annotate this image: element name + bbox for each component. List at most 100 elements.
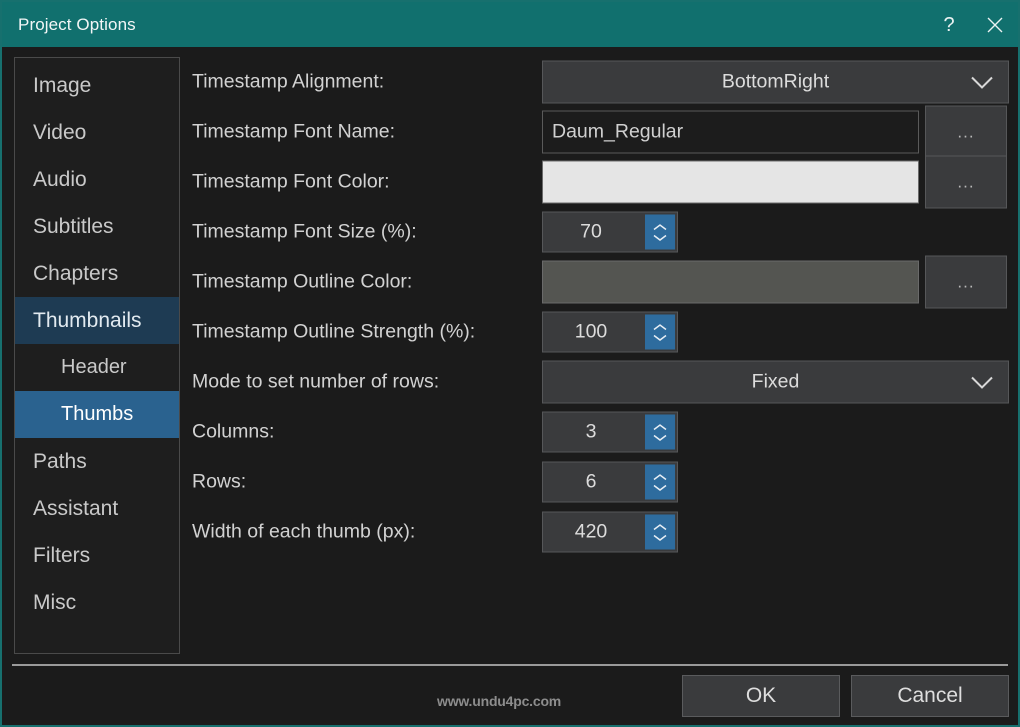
timestamp-font-name-value: Daum_Regular <box>552 120 684 143</box>
project-options-dialog: Project Options ? Image Video Audio Subt… <box>0 0 1020 727</box>
timestamp-font-name-control: Daum_Regular ... <box>542 105 1007 159</box>
timestamp-font-size-stepper[interactable]: 70 <box>542 211 678 253</box>
timestamp-font-size-label: Timestamp Font Size (%): <box>192 220 417 243</box>
row-timestamp-font-size: Timestamp Font Size (%): 70 <box>192 207 1012 257</box>
sidebar-item-misc[interactable]: Misc <box>15 579 179 626</box>
timestamp-outline-color-browse-button[interactable]: ... <box>925 255 1007 309</box>
columns-control: 3 <box>542 411 678 453</box>
row-rows: Rows: 6 <box>192 457 1012 507</box>
row-columns: Columns: 3 <box>192 407 1012 457</box>
timestamp-outline-strength-label: Timestamp Outline Strength (%): <box>192 320 476 343</box>
stepper-arrows[interactable] <box>645 214 675 250</box>
chevron-up-icon[interactable] <box>652 473 668 481</box>
timestamp-font-name-label: Timestamp Font Name: <box>192 120 395 143</box>
chevron-down-icon[interactable] <box>652 533 668 541</box>
stepper-arrows[interactable] <box>645 464 675 500</box>
timestamp-outline-strength-value: 100 <box>574 320 608 343</box>
timestamp-font-color-swatch[interactable] <box>542 160 919 204</box>
chevron-down-icon[interactable] <box>652 333 668 341</box>
row-thumb-width: Width of each thumb (px): 420 <box>192 507 1012 557</box>
timestamp-outline-strength-control: 100 <box>542 311 678 353</box>
timestamp-alignment-label: Timestamp Alignment: <box>192 70 385 93</box>
stepper-arrows[interactable] <box>645 514 675 550</box>
chevron-down-icon[interactable] <box>652 233 668 241</box>
footer-separator <box>12 664 1008 666</box>
sidebar-item-label: Image <box>33 73 92 97</box>
timestamp-outline-color-swatch[interactable] <box>542 260 919 304</box>
sidebar-item-thumbnails[interactable]: Thumbnails <box>15 297 179 344</box>
sidebar-item-video[interactable]: Video <box>15 109 179 156</box>
sidebar-item-thumbs[interactable]: Thumbs <box>15 391 179 438</box>
sidebar-item-audio[interactable]: Audio <box>15 156 179 203</box>
row-timestamp-font-color: Timestamp Font Color: ... <box>192 155 1012 209</box>
sidebar-item-label: Filters <box>33 543 91 567</box>
timestamp-font-size-control: 70 <box>542 211 678 253</box>
row-timestamp-outline-strength: Timestamp Outline Strength (%): 100 <box>192 307 1012 357</box>
cancel-button-label: Cancel <box>897 684 963 707</box>
row-timestamp-outline-color: Timestamp Outline Color: ... <box>192 255 1012 309</box>
thumb-width-value: 420 <box>574 520 608 543</box>
help-button[interactable]: ? <box>926 2 972 47</box>
sidebar-item-label: Misc <box>33 590 77 614</box>
ok-button-label: OK <box>745 684 777 707</box>
timestamp-alignment-dropdown[interactable]: BottomRight <box>542 60 1009 104</box>
cancel-button[interactable]: Cancel <box>851 675 1009 717</box>
timestamp-alignment-control: BottomRight <box>542 60 1009 104</box>
columns-stepper[interactable]: 3 <box>542 411 678 453</box>
timestamp-font-color-browse-button[interactable]: ... <box>925 155 1007 209</box>
question-mark-icon: ? <box>943 13 955 36</box>
thumb-width-stepper[interactable]: 420 <box>542 511 678 553</box>
sidebar-item-chapters[interactable]: Chapters <box>15 250 179 297</box>
close-icon <box>987 17 1003 32</box>
title-bar: Project Options ? <box>2 2 1018 47</box>
chevron-up-icon[interactable] <box>652 223 668 231</box>
sidebar-item-label: Chapters <box>33 261 119 285</box>
chevron-up-icon[interactable] <box>652 523 668 531</box>
row-timestamp-font-name: Timestamp Font Name: Daum_Regular ... <box>192 105 1012 159</box>
sidebar-item-label: Subtitles <box>33 214 114 238</box>
ellipsis-icon: ... <box>957 172 975 191</box>
chevron-down-icon[interactable] <box>652 433 668 441</box>
rows-value: 6 <box>585 470 597 493</box>
rows-label: Rows: <box>192 470 247 493</box>
ok-button[interactable]: OK <box>682 675 840 717</box>
timestamp-font-color-control: ... <box>542 155 1007 209</box>
timestamp-outline-strength-stepper[interactable]: 100 <box>542 311 678 353</box>
thumb-width-label: Width of each thumb (px): <box>192 520 416 543</box>
timestamp-outline-color-label: Timestamp Outline Color: <box>192 270 413 293</box>
timestamp-outline-color-control: ... <box>542 255 1007 309</box>
sidebar-item-assistant[interactable]: Assistant <box>15 485 179 532</box>
sidebar-item-label: Assistant <box>33 496 119 520</box>
timestamp-alignment-value: BottomRight <box>721 70 830 93</box>
sidebar-item-label: Header <box>61 356 127 378</box>
sidebar-item-filters[interactable]: Filters <box>15 532 179 579</box>
rows-stepper[interactable]: 6 <box>542 461 678 503</box>
ellipsis-icon: ... <box>957 272 975 291</box>
sidebar-item-label: Thumbs <box>61 403 134 425</box>
rows-mode-value: Fixed <box>751 370 800 393</box>
sidebar-item-label: Audio <box>33 167 87 191</box>
chevron-down-icon <box>971 376 993 389</box>
chevron-up-icon[interactable] <box>652 323 668 331</box>
stepper-arrows[interactable] <box>645 314 675 350</box>
window-title: Project Options <box>18 14 136 34</box>
ellipsis-icon: ... <box>957 122 975 141</box>
sidebar-item-subtitles[interactable]: Subtitles <box>15 203 179 250</box>
thumb-width-control: 420 <box>542 511 678 553</box>
chevron-down-icon[interactable] <box>652 483 668 491</box>
timestamp-font-name-input[interactable]: Daum_Regular <box>542 110 919 154</box>
stepper-arrows[interactable] <box>645 414 675 450</box>
sidebar-item-paths[interactable]: Paths <box>15 438 179 485</box>
rows-mode-control: Fixed <box>542 360 1009 404</box>
timestamp-font-name-browse-button[interactable]: ... <box>925 105 1007 159</box>
columns-label: Columns: <box>192 420 275 443</box>
sidebar-item-image[interactable]: Image <box>15 62 179 109</box>
close-button[interactable] <box>972 2 1018 47</box>
columns-value: 3 <box>585 420 597 443</box>
rows-mode-dropdown[interactable]: Fixed <box>542 360 1009 404</box>
category-sidebar[interactable]: Image Video Audio Subtitles Chapters Thu… <box>14 57 180 654</box>
chevron-up-icon[interactable] <box>652 423 668 431</box>
row-rows-mode: Mode to set number of rows: Fixed <box>192 357 1012 407</box>
sidebar-item-header[interactable]: Header <box>15 344 179 391</box>
rows-control: 6 <box>542 461 678 503</box>
